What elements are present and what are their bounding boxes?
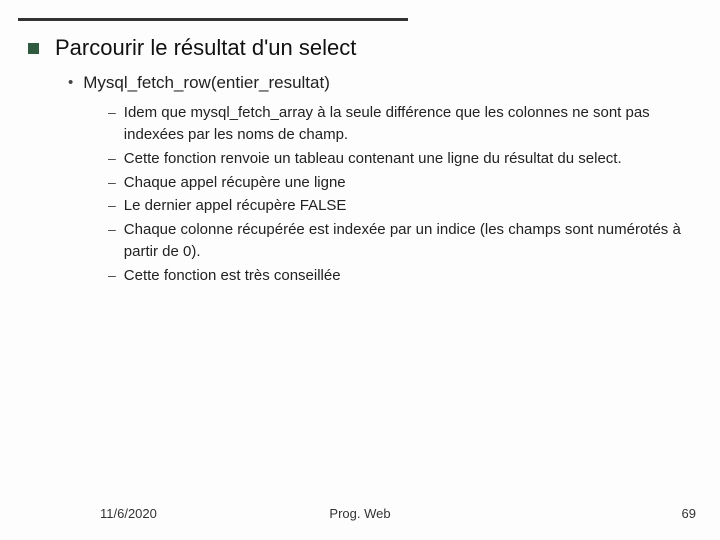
list-item: – Idem que mysql_fetch_array à la seule … <box>108 102 692 146</box>
list-item-text: Le dernier appel récupère FALSE <box>124 195 347 217</box>
slide-content: Parcourir le résultat d'un select • Mysq… <box>28 34 692 288</box>
list-item-text: Idem que mysql_fetch_array à la seule di… <box>124 102 692 146</box>
dash-bullet-icon: – <box>108 148 116 168</box>
square-bullet-icon <box>28 43 39 54</box>
slide-subheading: Mysql_fetch_row(entier_resultat) <box>83 72 330 95</box>
slide-footer: 11/6/2020 Prog. Web 69 <box>0 506 720 526</box>
list-item-text: Cette fonction renvoie un tableau conten… <box>124 148 622 170</box>
list-item: – Le dernier appel récupère FALSE <box>108 195 692 217</box>
slide: Parcourir le résultat d'un select • Mysq… <box>0 0 720 540</box>
list-item: – Chaque appel récupère une ligne <box>108 172 692 194</box>
dash-bullet-icon: – <box>108 172 116 192</box>
footer-title: Prog. Web <box>0 506 720 521</box>
list-item: – Chaque colonne récupérée est indexée p… <box>108 219 692 263</box>
top-rule <box>18 18 408 21</box>
list-item-text: Chaque appel récupère une ligne <box>124 172 346 194</box>
slide-heading: Parcourir le résultat d'un select <box>55 34 356 62</box>
subheading-row: • Mysql_fetch_row(entier_resultat) <box>68 72 692 95</box>
list-item: – Cette fonction renvoie un tableau cont… <box>108 148 692 170</box>
disc-bullet-icon: • <box>68 72 73 93</box>
heading-row: Parcourir le résultat d'un select <box>28 34 692 62</box>
list-item-text: Cette fonction est très conseillée <box>124 265 341 287</box>
footer-page-number: 69 <box>682 506 696 521</box>
dash-bullet-icon: – <box>108 265 116 285</box>
dash-bullet-icon: – <box>108 102 116 122</box>
dash-bullet-icon: – <box>108 219 116 239</box>
dash-bullet-icon: – <box>108 195 116 215</box>
detail-list: – Idem que mysql_fetch_array à la seule … <box>108 102 692 286</box>
list-item: – Cette fonction est très conseillée <box>108 265 692 287</box>
list-item-text: Chaque colonne récupérée est indexée par… <box>124 219 692 263</box>
